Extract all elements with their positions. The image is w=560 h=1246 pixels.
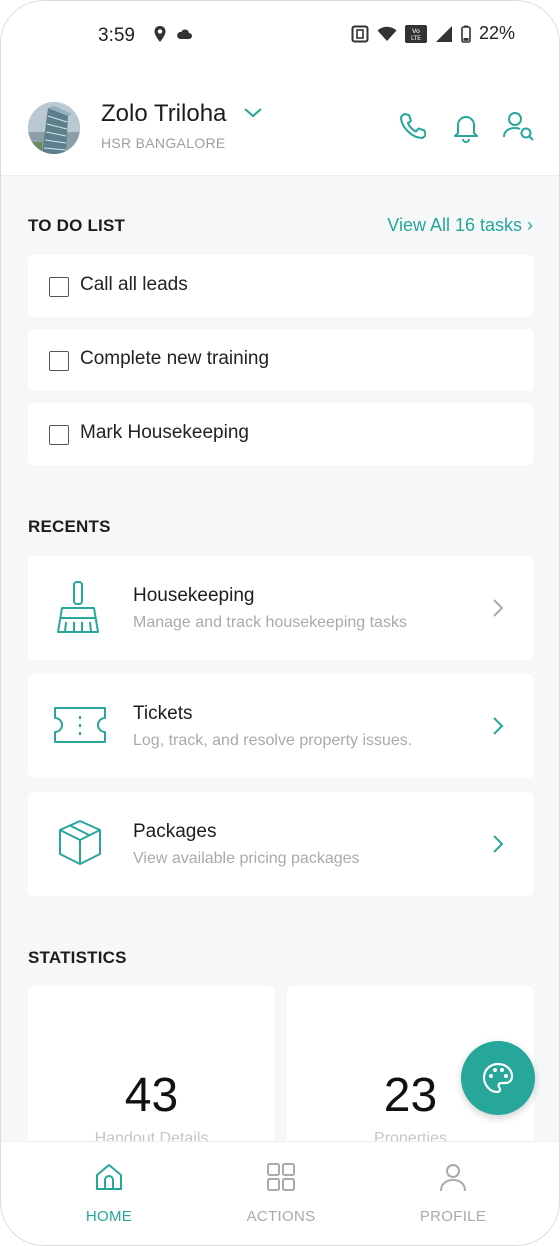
todo-label: Call all leads — [80, 274, 188, 295]
nfc-icon — [351, 25, 369, 42]
statistics-title: STATISTICS — [28, 948, 127, 967]
building-photo-icon — [28, 102, 80, 154]
recent-item-title: Packages — [133, 821, 217, 842]
svg-text:Vo: Vo — [412, 27, 420, 35]
status-left-icons — [153, 25, 193, 43]
phone-icon[interactable] — [398, 111, 426, 141]
user-search-icon[interactable] — [503, 111, 535, 141]
battery-icon — [461, 25, 471, 43]
recents-title: RECENTS — [28, 517, 111, 536]
user-location: HSR BANGALORE — [101, 135, 226, 151]
recent-item-housekeeping[interactable]: Housekeeping Manage and track housekeepi… — [28, 556, 534, 660]
todo-item[interactable]: Call all leads — [28, 255, 534, 317]
nav-label: PROFILE — [419, 1208, 487, 1225]
grid-icon — [267, 1163, 295, 1191]
status-time: 3:59 — [98, 25, 135, 46]
location-pin-icon — [154, 26, 166, 42]
nav-label: ACTIONS — [246, 1208, 316, 1225]
cloud-icon — [177, 29, 192, 39]
recent-item-subtitle: Manage and track housekeeping tasks — [133, 614, 407, 631]
ticket-icon — [54, 707, 106, 743]
broom-icon — [57, 581, 99, 633]
chevron-right-icon — [493, 717, 504, 735]
theme-palette-fab[interactable] — [461, 1041, 535, 1115]
user-icon — [440, 1164, 466, 1192]
status-right-icons: Vo LTE 22% — [351, 23, 515, 44]
bell-icon[interactable] — [452, 111, 480, 143]
todo-checkbox[interactable] — [49, 277, 69, 297]
recent-item-subtitle: Log, track, and resolve property issues. — [133, 732, 413, 749]
signal-icon — [435, 25, 452, 42]
recent-item-title: Tickets — [133, 703, 193, 724]
recent-item-subtitle: View available pricing packages — [133, 850, 360, 867]
wifi-icon — [377, 26, 397, 41]
chevron-down-icon[interactable] — [243, 106, 263, 120]
user-name[interactable]: Zolo Triloha — [101, 100, 226, 128]
volte-icon: Vo LTE — [404, 24, 427, 43]
chevron-right-icon — [493, 599, 504, 617]
chevron-right-icon — [493, 835, 504, 853]
nav-label: HOME — [85, 1208, 133, 1225]
palette-icon — [482, 1062, 514, 1094]
view-all-tasks-link[interactable]: View All 16 tasks › — [387, 215, 533, 236]
svg-text:LTE: LTE — [411, 35, 421, 42]
todo-label: Mark Housekeeping — [80, 422, 249, 443]
todo-item[interactable]: Complete new training — [28, 329, 534, 391]
nav-profile[interactable]: PROFILE — [360, 1142, 546, 1245]
todo-checkbox[interactable] — [49, 351, 69, 371]
avatar[interactable] — [28, 102, 80, 154]
package-box-icon — [59, 820, 101, 865]
phone-screen: 3:59 Vo LTE 22% Zolo Triloha HSR BANGALO… — [0, 0, 560, 1246]
nav-home[interactable]: HOME — [16, 1142, 202, 1245]
todo-label: Complete new training — [80, 348, 270, 369]
home-icon — [96, 1164, 122, 1190]
bottom-nav: HOME ACTIONS PROFILE — [1, 1141, 559, 1245]
todo-item[interactable]: Mark Housekeeping — [28, 403, 534, 465]
nav-actions[interactable]: ACTIONS — [188, 1142, 374, 1245]
todo-title: TO DO LIST — [28, 216, 126, 235]
app-header: 3:59 Vo LTE 22% Zolo Triloha HSR BANGALO… — [1, 1, 559, 176]
stat-value: 43 — [124, 1069, 179, 1122]
recent-item-title: Housekeeping — [133, 585, 255, 606]
recent-item-tickets[interactable]: Tickets Log, track, and resolve property… — [28, 674, 534, 778]
recent-item-packages[interactable]: Packages View available pricing packages — [28, 792, 534, 896]
battery-percent: 22% — [478, 23, 515, 43]
todo-checkbox[interactable] — [49, 425, 69, 445]
